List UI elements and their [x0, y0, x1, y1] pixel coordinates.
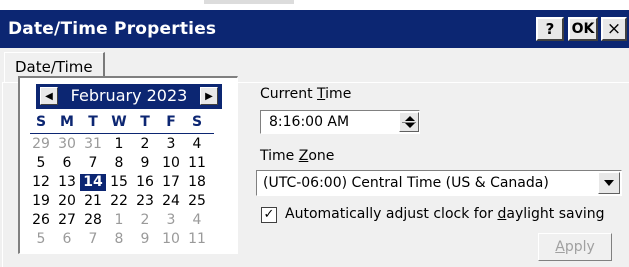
spin-down-icon[interactable]	[405, 123, 415, 128]
calendar-day[interactable]: 3	[158, 136, 184, 153]
time-zone-label: Time Zone	[260, 148, 335, 164]
calendar-day[interactable]: 1	[106, 136, 132, 153]
arrow-right-icon: ▶	[205, 90, 213, 102]
calendar-day[interactable]: 6	[54, 231, 80, 248]
calendar-day-selected[interactable]: 14	[80, 174, 106, 191]
calendar-day[interactable]: 6	[54, 155, 80, 172]
prev-month-button[interactable]: ◀	[40, 87, 58, 105]
calendar-day[interactable]: 28	[80, 212, 106, 229]
calendar-day[interactable]: 11	[184, 155, 210, 172]
calendar-day[interactable]: 16	[132, 174, 158, 191]
month-calendar[interactable]: ◀ February 2023 ▶ S M T W T F S 29 30 31 1 2 3 4 5 6 7 8 9…	[18, 76, 238, 254]
weekday-label: T	[88, 114, 98, 130]
calendar-day[interactable]: 29	[28, 136, 54, 153]
calendar-week-row: 29 30 31 1 2 3 4	[28, 136, 212, 153]
calendar-day[interactable]: 10	[158, 231, 184, 248]
daylight-saving-checkbox[interactable]: ✓	[261, 207, 277, 223]
weekday-divider	[30, 133, 214, 134]
calendar-day[interactable]: 31	[80, 136, 106, 153]
calendar-week-row: 5 6 7 8 9 10 11	[28, 231, 212, 248]
dropdown-arrow-icon[interactable]	[598, 172, 620, 194]
calendar-day[interactable]: 23	[132, 193, 158, 210]
background-artifact	[204, 0, 294, 4]
calendar-day[interactable]: 17	[158, 174, 184, 191]
weekday-label: M	[60, 114, 74, 130]
calendar-day[interactable]: 19	[28, 193, 54, 210]
window-title: Date/Time Properties	[8, 19, 217, 39]
calendar-day[interactable]: 13	[54, 174, 80, 191]
calendar-day[interactable]: 3	[158, 212, 184, 229]
calendar-day[interactable]: 9	[132, 231, 158, 248]
title-bar: Date/Time Properties ? OK ×	[0, 10, 629, 48]
spin-up-icon[interactable]	[405, 116, 415, 121]
calendar-day[interactable]: 18	[184, 174, 210, 191]
calendar-header: ◀ February 2023 ▶	[36, 84, 222, 109]
calendar-day[interactable]: 9	[132, 155, 158, 172]
weekday-label: W	[111, 114, 127, 130]
weekday-label: S	[191, 114, 203, 130]
weekday-label: F	[166, 114, 176, 130]
weekday-label: T	[140, 114, 150, 130]
weekday-header-row: SMTWTFS	[28, 114, 212, 131]
calendar-day[interactable]: 11	[184, 231, 210, 248]
current-time-field[interactable]: 8:16:00 AM	[260, 110, 420, 134]
time-zone-value[interactable]: (UTC-06:00) Central Time (US & Canada)	[263, 175, 549, 191]
background-strip	[0, 0, 629, 10]
calendar-day[interactable]: 5	[28, 155, 54, 172]
calendar-week-row: 26 27 28 1 2 3 4	[28, 212, 212, 229]
calendar-day[interactable]: 2	[132, 212, 158, 229]
daylight-saving-label[interactable]: Automatically adjust clock for daylight …	[285, 206, 605, 222]
calendar-day[interactable]: 7	[80, 231, 106, 248]
time-zone-dropdown[interactable]: (UTC-06:00) Central Time (US & Canada)	[256, 170, 622, 196]
calendar-day[interactable]: 2	[132, 136, 158, 153]
next-month-button[interactable]: ▶	[200, 87, 218, 105]
weekday-label: S	[35, 114, 47, 130]
calendar-day[interactable]: 24	[158, 193, 184, 210]
help-button[interactable]: ?	[536, 17, 564, 41]
current-time-label: Current Time	[260, 86, 352, 102]
calendar-day[interactable]: 1	[106, 212, 132, 229]
calendar-week-row: 12 13 14 15 16 17 18	[28, 174, 212, 191]
calendar-month-label[interactable]: February 2023	[58, 86, 200, 105]
apply-button[interactable]: Apply	[538, 233, 612, 261]
calendar-day[interactable]: 27	[54, 212, 80, 229]
calendar-day[interactable]: 15	[106, 174, 132, 191]
calendar-day[interactable]: 26	[28, 212, 54, 229]
ok-button[interactable]: OK	[568, 17, 598, 41]
calendar-day[interactable]: 8	[106, 155, 132, 172]
calendar-day[interactable]: 25	[184, 193, 210, 210]
calendar-day[interactable]: 20	[54, 193, 80, 210]
calendar-day[interactable]: 8	[106, 231, 132, 248]
calendar-day[interactable]: 21	[80, 193, 106, 210]
calendar-day[interactable]: 4	[184, 136, 210, 153]
calendar-day[interactable]: 4	[184, 212, 210, 229]
calendar-week-row: 5 6 7 8 9 10 11	[28, 155, 212, 172]
calendar-day[interactable]: 5	[28, 231, 54, 248]
current-time-value[interactable]: 8:16:00 AM	[269, 114, 349, 130]
close-button[interactable]: ×	[601, 17, 627, 41]
calendar-day[interactable]: 30	[54, 136, 80, 153]
calendar-day[interactable]: 10	[158, 155, 184, 172]
arrow-left-icon: ◀	[45, 90, 53, 102]
calendar-day[interactable]: 22	[106, 193, 132, 210]
time-spinner[interactable]	[399, 112, 419, 132]
calendar-day[interactable]: 12	[28, 174, 54, 191]
calendar-week-row: 19 20 21 22 23 24 25	[28, 193, 212, 210]
calendar-day[interactable]: 7	[80, 155, 106, 172]
